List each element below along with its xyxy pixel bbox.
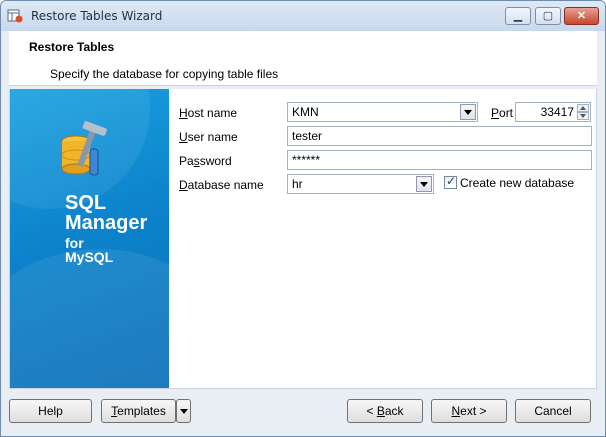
templates-dropdown-button[interactable]: [176, 399, 191, 423]
host-name-value: KMN: [292, 105, 319, 119]
help-button[interactable]: Help: [9, 399, 92, 423]
maximize-button[interactable]: ▢: [535, 7, 561, 25]
page-title: Restore Tables: [29, 40, 115, 54]
spin-up-icon[interactable]: [577, 104, 589, 112]
port-value: 33417: [540, 105, 574, 119]
cancel-button[interactable]: Cancel: [515, 399, 591, 423]
wizard-header: Restore Tables Specify the database for …: [9, 31, 597, 86]
templates-button[interactable]: Templates: [101, 399, 176, 423]
password-label: Password: [179, 154, 232, 168]
brand-line-1: SQL: [65, 192, 107, 214]
database-tools-icon: [61, 121, 107, 176]
brand-line-4: MySQL: [65, 249, 114, 265]
password-input[interactable]: ******: [287, 150, 592, 170]
database-name-value: hr: [292, 177, 303, 191]
wizard-footer: Help Templates < Back Next > Cancel: [1, 389, 605, 436]
chevron-down-icon[interactable]: [460, 104, 476, 120]
host-name-combobox[interactable]: KMN: [287, 102, 478, 122]
title-bar[interactable]: Restore Tables Wizard ▁ ▢ ✕: [1, 1, 605, 31]
port-label: Port: [491, 106, 514, 120]
page-subtitle: Specify the database for copying table f…: [50, 67, 279, 81]
window-title: Restore Tables Wizard: [31, 9, 163, 23]
user-name-label: User name: [179, 130, 238, 144]
app-icon: [7, 9, 23, 23]
chevron-down-icon[interactable]: [416, 176, 432, 192]
host-name-label: Host name: [179, 106, 238, 120]
wizard-content: SQL Manager for MySQL Host name KMN Port…: [9, 89, 597, 389]
port-spinner[interactable]: 33417: [515, 102, 591, 122]
database-name-label: Database name: [179, 178, 264, 192]
user-name-input[interactable]: tester: [287, 126, 592, 146]
next-button[interactable]: Next >: [431, 399, 507, 423]
wizard-window: Restore Tables Wizard ▁ ▢ ✕ Restore Tabl…: [0, 0, 606, 437]
create-new-database-checkbox[interactable]: [444, 174, 457, 189]
brand-line-2: Manager: [65, 212, 148, 234]
create-new-database-label[interactable]: Create new database: [460, 176, 574, 190]
minimize-button[interactable]: ▁: [505, 7, 531, 25]
database-name-combobox[interactable]: hr: [287, 174, 434, 194]
close-button[interactable]: ✕: [564, 7, 599, 25]
product-banner: SQL Manager for MySQL: [10, 89, 169, 388]
spin-down-icon[interactable]: [577, 112, 589, 120]
chevron-down-icon: [179, 409, 188, 415]
back-button[interactable]: < Back: [347, 399, 423, 423]
